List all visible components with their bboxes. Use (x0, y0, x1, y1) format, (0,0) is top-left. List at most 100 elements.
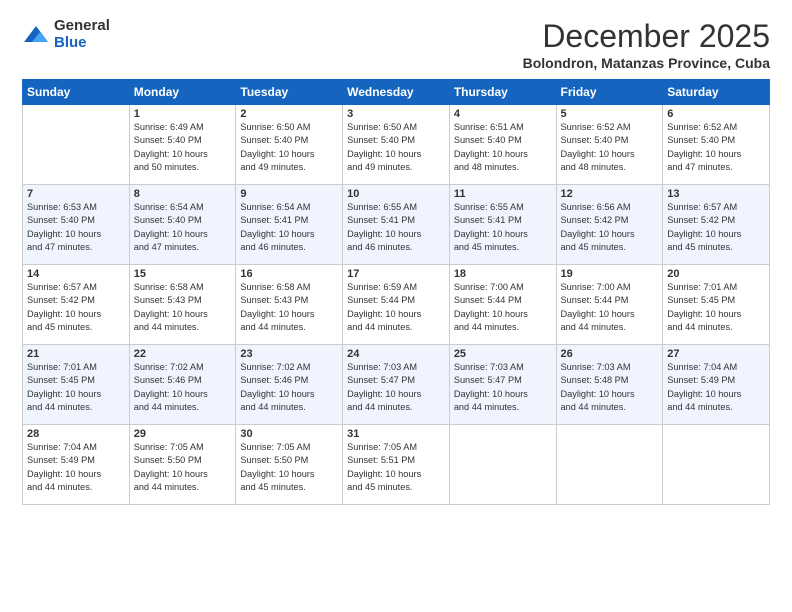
table-row: 12Sunrise: 6:56 AM Sunset: 5:42 PM Dayli… (556, 185, 663, 265)
day-number: 29 (134, 428, 232, 440)
day-info: Sunrise: 6:52 AM Sunset: 5:40 PM Dayligh… (561, 121, 659, 174)
table-row: 9Sunrise: 6:54 AM Sunset: 5:41 PM Daylig… (236, 185, 343, 265)
day-info: Sunrise: 7:02 AM Sunset: 5:46 PM Dayligh… (134, 361, 232, 414)
day-number: 2 (240, 108, 338, 120)
day-number: 26 (561, 348, 659, 360)
table-row: 8Sunrise: 6:54 AM Sunset: 5:40 PM Daylig… (129, 185, 236, 265)
logo: General Blue (22, 18, 110, 51)
table-row: 19Sunrise: 7:00 AM Sunset: 5:44 PM Dayli… (556, 265, 663, 345)
day-number: 16 (240, 268, 338, 280)
logo-blue-text: Blue (54, 35, 110, 52)
week-row-4: 28Sunrise: 7:04 AM Sunset: 5:49 PM Dayli… (23, 425, 770, 505)
day-info: Sunrise: 7:05 AM Sunset: 5:50 PM Dayligh… (134, 441, 232, 494)
day-number: 9 (240, 188, 338, 200)
day-number: 14 (27, 268, 125, 280)
day-info: Sunrise: 6:57 AM Sunset: 5:42 PM Dayligh… (27, 281, 125, 334)
day-info: Sunrise: 7:04 AM Sunset: 5:49 PM Dayligh… (27, 441, 125, 494)
table-row: 13Sunrise: 6:57 AM Sunset: 5:42 PM Dayli… (663, 185, 770, 265)
week-row-3: 21Sunrise: 7:01 AM Sunset: 5:45 PM Dayli… (23, 345, 770, 425)
table-row: 17Sunrise: 6:59 AM Sunset: 5:44 PM Dayli… (343, 265, 450, 345)
day-info: Sunrise: 7:05 AM Sunset: 5:51 PM Dayligh… (347, 441, 445, 494)
table-row (23, 105, 130, 185)
table-row (663, 425, 770, 505)
table-row: 25Sunrise: 7:03 AM Sunset: 5:47 PM Dayli… (449, 345, 556, 425)
day-info: Sunrise: 6:58 AM Sunset: 5:43 PM Dayligh… (134, 281, 232, 334)
day-number: 3 (347, 108, 445, 120)
day-info: Sunrise: 7:00 AM Sunset: 5:44 PM Dayligh… (454, 281, 552, 334)
day-info: Sunrise: 7:05 AM Sunset: 5:50 PM Dayligh… (240, 441, 338, 494)
table-row: 11Sunrise: 6:55 AM Sunset: 5:41 PM Dayli… (449, 185, 556, 265)
day-info: Sunrise: 6:54 AM Sunset: 5:40 PM Dayligh… (134, 201, 232, 254)
table-row (556, 425, 663, 505)
table-row: 3Sunrise: 6:50 AM Sunset: 5:40 PM Daylig… (343, 105, 450, 185)
table-row: 23Sunrise: 7:02 AM Sunset: 5:46 PM Dayli… (236, 345, 343, 425)
table-row: 15Sunrise: 6:58 AM Sunset: 5:43 PM Dayli… (129, 265, 236, 345)
day-info: Sunrise: 7:03 AM Sunset: 5:47 PM Dayligh… (454, 361, 552, 414)
day-info: Sunrise: 6:57 AM Sunset: 5:42 PM Dayligh… (667, 201, 765, 254)
day-number: 25 (454, 348, 552, 360)
day-info: Sunrise: 7:04 AM Sunset: 5:49 PM Dayligh… (667, 361, 765, 414)
header-row: Sunday Monday Tuesday Wednesday Thursday… (23, 80, 770, 105)
day-info: Sunrise: 6:59 AM Sunset: 5:44 PM Dayligh… (347, 281, 445, 334)
day-info: Sunrise: 6:58 AM Sunset: 5:43 PM Dayligh… (240, 281, 338, 334)
day-info: Sunrise: 7:03 AM Sunset: 5:48 PM Dayligh… (561, 361, 659, 414)
day-number: 11 (454, 188, 552, 200)
table-row: 2Sunrise: 6:50 AM Sunset: 5:40 PM Daylig… (236, 105, 343, 185)
day-info: Sunrise: 6:49 AM Sunset: 5:40 PM Dayligh… (134, 121, 232, 174)
location-subtitle: Bolondron, Matanzas Province, Cuba (523, 55, 770, 71)
logo-general-text: General (54, 18, 110, 35)
day-info: Sunrise: 7:03 AM Sunset: 5:47 PM Dayligh… (347, 361, 445, 414)
day-number: 31 (347, 428, 445, 440)
header-tuesday: Tuesday (236, 80, 343, 105)
day-number: 4 (454, 108, 552, 120)
day-number: 12 (561, 188, 659, 200)
header-saturday: Saturday (663, 80, 770, 105)
day-number: 23 (240, 348, 338, 360)
day-info: Sunrise: 6:55 AM Sunset: 5:41 PM Dayligh… (454, 201, 552, 254)
table-row: 6Sunrise: 6:52 AM Sunset: 5:40 PM Daylig… (663, 105, 770, 185)
table-row: 28Sunrise: 7:04 AM Sunset: 5:49 PM Dayli… (23, 425, 130, 505)
day-info: Sunrise: 6:50 AM Sunset: 5:40 PM Dayligh… (240, 121, 338, 174)
day-info: Sunrise: 6:54 AM Sunset: 5:41 PM Dayligh… (240, 201, 338, 254)
calendar-table: Sunday Monday Tuesday Wednesday Thursday… (22, 79, 770, 505)
day-info: Sunrise: 6:55 AM Sunset: 5:41 PM Dayligh… (347, 201, 445, 254)
week-row-0: 1Sunrise: 6:49 AM Sunset: 5:40 PM Daylig… (23, 105, 770, 185)
day-number: 21 (27, 348, 125, 360)
table-row: 7Sunrise: 6:53 AM Sunset: 5:40 PM Daylig… (23, 185, 130, 265)
logo-icon (22, 24, 50, 46)
header-friday: Friday (556, 80, 663, 105)
table-row: 26Sunrise: 7:03 AM Sunset: 5:48 PM Dayli… (556, 345, 663, 425)
day-info: Sunrise: 6:50 AM Sunset: 5:40 PM Dayligh… (347, 121, 445, 174)
day-number: 7 (27, 188, 125, 200)
table-row: 16Sunrise: 6:58 AM Sunset: 5:43 PM Dayli… (236, 265, 343, 345)
table-row: 21Sunrise: 7:01 AM Sunset: 5:45 PM Dayli… (23, 345, 130, 425)
table-row: 29Sunrise: 7:05 AM Sunset: 5:50 PM Dayli… (129, 425, 236, 505)
day-number: 19 (561, 268, 659, 280)
day-number: 22 (134, 348, 232, 360)
day-info: Sunrise: 6:51 AM Sunset: 5:40 PM Dayligh… (454, 121, 552, 174)
day-number: 13 (667, 188, 765, 200)
day-number: 1 (134, 108, 232, 120)
day-number: 10 (347, 188, 445, 200)
table-row: 30Sunrise: 7:05 AM Sunset: 5:50 PM Dayli… (236, 425, 343, 505)
table-row: 14Sunrise: 6:57 AM Sunset: 5:42 PM Dayli… (23, 265, 130, 345)
table-row: 20Sunrise: 7:01 AM Sunset: 5:45 PM Dayli… (663, 265, 770, 345)
day-number: 18 (454, 268, 552, 280)
header-monday: Monday (129, 80, 236, 105)
table-row (449, 425, 556, 505)
table-row: 22Sunrise: 7:02 AM Sunset: 5:46 PM Dayli… (129, 345, 236, 425)
day-number: 6 (667, 108, 765, 120)
table-row: 1Sunrise: 6:49 AM Sunset: 5:40 PM Daylig… (129, 105, 236, 185)
day-number: 8 (134, 188, 232, 200)
month-title: December 2025 (523, 18, 770, 55)
header-thursday: Thursday (449, 80, 556, 105)
day-info: Sunrise: 7:01 AM Sunset: 5:45 PM Dayligh… (667, 281, 765, 334)
day-info: Sunrise: 6:52 AM Sunset: 5:40 PM Dayligh… (667, 121, 765, 174)
header-wednesday: Wednesday (343, 80, 450, 105)
week-row-2: 14Sunrise: 6:57 AM Sunset: 5:42 PM Dayli… (23, 265, 770, 345)
day-info: Sunrise: 6:53 AM Sunset: 5:40 PM Dayligh… (27, 201, 125, 254)
header-area: General Blue December 2025 Bolondron, Ma… (22, 18, 770, 71)
day-number: 27 (667, 348, 765, 360)
day-info: Sunrise: 7:00 AM Sunset: 5:44 PM Dayligh… (561, 281, 659, 334)
day-info: Sunrise: 6:56 AM Sunset: 5:42 PM Dayligh… (561, 201, 659, 254)
